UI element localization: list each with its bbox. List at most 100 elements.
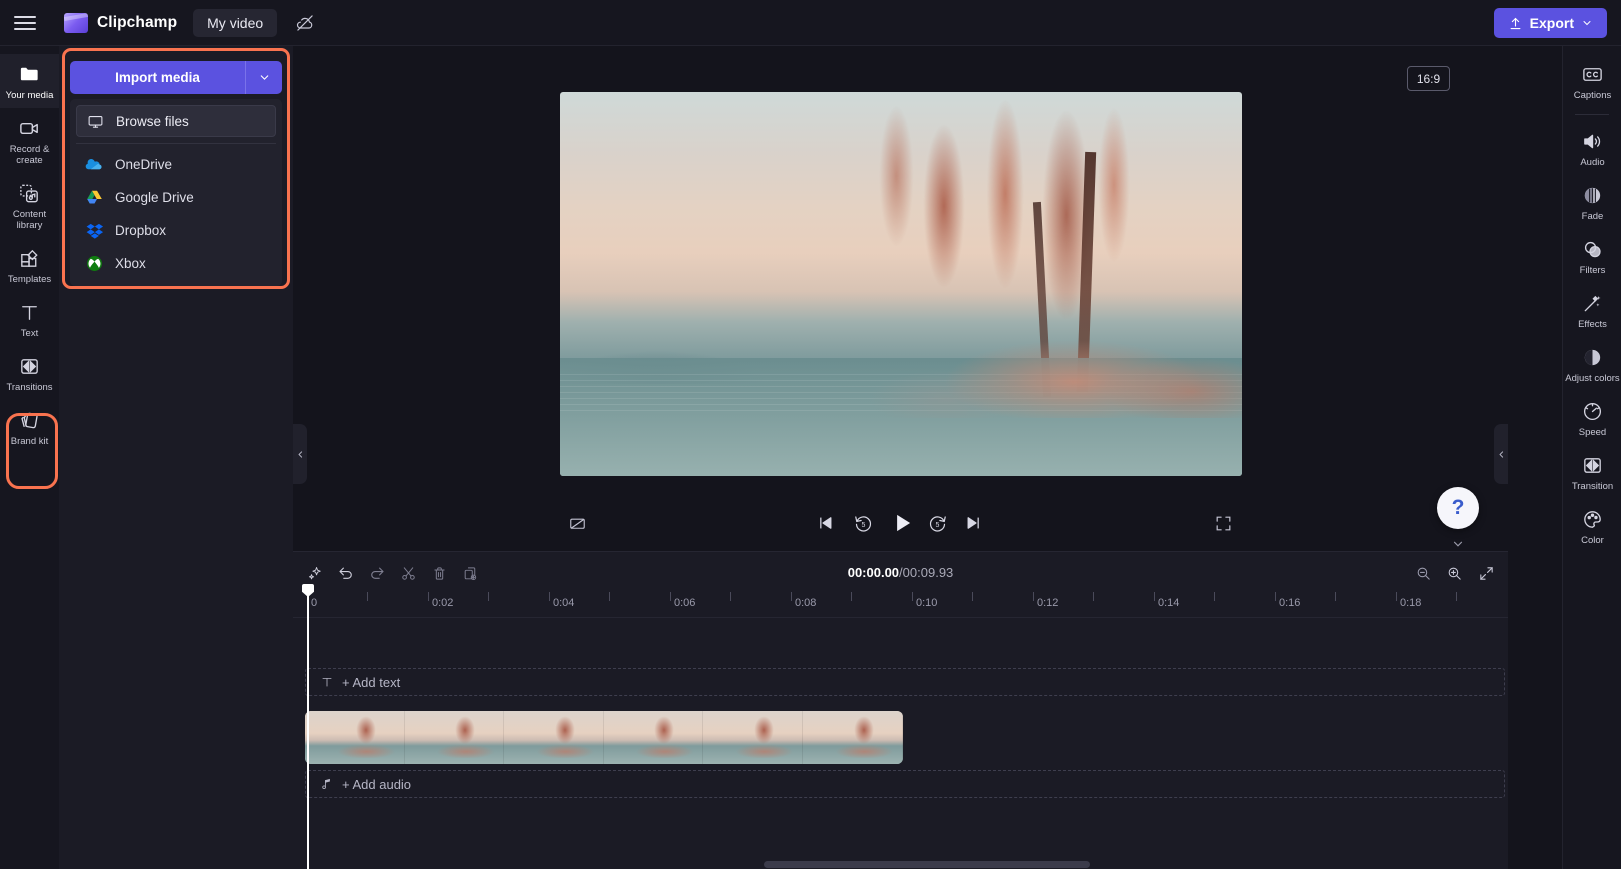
- timeline: 00:00.00 / 00:09.93 0 0:02 0:04 0:06 0:0…: [293, 551, 1508, 869]
- collapse-right-panel-button[interactable]: [1494, 424, 1508, 484]
- ruler-label: 0:12: [1037, 597, 1059, 609]
- sidebar-label: Brand kit: [10, 436, 49, 447]
- ruler-label: 0:18: [1400, 597, 1422, 609]
- fade-icon: [1581, 183, 1605, 207]
- right-item-label: Effects: [1578, 319, 1607, 330]
- sidebar-item-transitions[interactable]: Transitions: [0, 346, 59, 400]
- trash-icon[interactable]: [426, 560, 452, 586]
- undo-icon[interactable]: [333, 560, 359, 586]
- onedrive-icon: [85, 155, 104, 174]
- import-media-caret[interactable]: [245, 61, 282, 94]
- clip-thumbnail: [404, 711, 505, 764]
- sparkle-icon[interactable]: [302, 560, 328, 586]
- right-item-speed[interactable]: Speed: [1563, 391, 1621, 445]
- right-item-filters[interactable]: Filters: [1563, 229, 1621, 283]
- skip-start-icon[interactable]: [808, 506, 842, 540]
- right-sidebar: Captions Audio Fade Filters Effects Adju…: [1562, 46, 1621, 869]
- brand-name: Clipchamp: [97, 13, 178, 31]
- cloud-off-icon[interactable]: [291, 9, 319, 37]
- sidebar-item-text[interactable]: Text: [0, 292, 59, 346]
- right-item-audio[interactable]: Audio: [1563, 121, 1621, 175]
- browse-files-menu-item[interactable]: Browse files: [76, 105, 276, 137]
- music-note-icon: [322, 778, 330, 789]
- right-item-effects[interactable]: Effects: [1563, 283, 1621, 337]
- right-item-color[interactable]: Color: [1563, 499, 1621, 553]
- speaker-icon: [1581, 129, 1605, 153]
- ruler-label: 0:16: [1279, 597, 1301, 609]
- menu-item-label: Dropbox: [115, 223, 167, 238]
- zoom-out-icon[interactable]: [1410, 560, 1436, 586]
- timeline-horizontal-scrollbar[interactable]: [764, 861, 1090, 868]
- forward-5-icon[interactable]: 5: [920, 506, 954, 540]
- add-text-track[interactable]: + Add text: [305, 668, 1505, 696]
- menu-item-dropbox[interactable]: Dropbox: [76, 214, 276, 247]
- hamburger-menu-icon[interactable]: [0, 0, 50, 46]
- add-audio-track[interactable]: + Add audio: [305, 770, 1505, 798]
- right-item-transition[interactable]: Transition: [1563, 445, 1621, 499]
- preview-stage: 16:9 5 5: [293, 46, 1508, 551]
- ruler-label: 0:02: [432, 597, 454, 609]
- timeline-toolbar: 00:00.00 / 00:09.93: [293, 552, 1508, 592]
- sidebar-item-content-library[interactable]: Content library: [0, 173, 59, 238]
- current-time: 00:00.00: [847, 564, 900, 580]
- right-item-label: Color: [1581, 535, 1604, 546]
- no-audio-icon[interactable]: [560, 506, 594, 540]
- video-title-input[interactable]: My video: [193, 8, 278, 37]
- timeline-ruler[interactable]: 0 0:02 0:04 0:06 0:08 0:10 0:12 0:14 0:1: [293, 592, 1508, 618]
- preview-foliage: [822, 298, 1242, 418]
- sidebar-item-brand-kit[interactable]: Brand kit: [0, 400, 59, 454]
- menu-item-xbox[interactable]: Xbox: [76, 247, 276, 280]
- xbox-icon: [85, 254, 104, 273]
- sidebar-item-templates[interactable]: Templates: [0, 238, 59, 292]
- skip-end-icon[interactable]: [957, 506, 991, 540]
- browse-files-label: Browse files: [116, 113, 189, 129]
- menu-item-label: Google Drive: [115, 190, 194, 205]
- import-media-label: Import media: [70, 61, 245, 94]
- import-media-button[interactable]: Import media: [70, 61, 282, 94]
- collapse-left-panel-button[interactable]: [293, 424, 307, 484]
- transition-icon: [1581, 453, 1605, 477]
- sidebar-label: Record & create: [9, 144, 50, 166]
- help-button[interactable]: ?: [1437, 487, 1479, 529]
- left-sidebar: Your media Record & create Content libra…: [0, 46, 59, 869]
- clip-thumbnail: [802, 711, 903, 764]
- sidebar-item-your-media[interactable]: Your media: [0, 54, 59, 108]
- menu-item-onedrive[interactable]: OneDrive: [76, 148, 276, 181]
- sidebar-label: Content library: [12, 209, 47, 231]
- rewind-5-icon[interactable]: 5: [846, 506, 880, 540]
- text-icon: [18, 300, 42, 324]
- ruler-label: 0:08: [795, 597, 817, 609]
- help-collapse-button[interactable]: [1440, 534, 1476, 554]
- top-bar: Clipchamp My video Export: [0, 0, 1621, 46]
- templates-icon: [18, 246, 42, 270]
- add-text-label: + Add text: [342, 674, 401, 690]
- menu-item-google-drive[interactable]: Google Drive: [76, 181, 276, 214]
- right-item-captions[interactable]: Captions: [1563, 54, 1621, 108]
- clip-thumbnail: [305, 711, 405, 764]
- video-clip[interactable]: [305, 711, 903, 764]
- sidebar-item-record-create[interactable]: Record & create: [0, 108, 59, 173]
- duplicate-icon[interactable]: [457, 560, 483, 586]
- fit-to-screen-icon[interactable]: [1473, 560, 1499, 586]
- right-item-fade[interactable]: Fade: [1563, 175, 1621, 229]
- timeline-playhead[interactable]: [302, 584, 314, 869]
- chevron-down-icon: [260, 75, 268, 80]
- fullscreen-icon[interactable]: [1206, 506, 1240, 540]
- export-button[interactable]: Export: [1493, 8, 1607, 38]
- sidebar-label: Your media: [5, 90, 54, 101]
- timecode-separator: /: [899, 564, 903, 580]
- redo-icon[interactable]: [364, 560, 390, 586]
- right-item-label: Fade: [1581, 211, 1604, 222]
- content-library-icon: [18, 181, 42, 205]
- right-item-label: Transition: [1571, 481, 1614, 492]
- aspect-ratio-button[interactable]: 16:9: [1407, 66, 1450, 91]
- video-camera-icon: [18, 116, 42, 140]
- chevron-down-icon: [1453, 541, 1463, 547]
- ruler-label: 0:04: [553, 597, 575, 609]
- zoom-in-icon[interactable]: [1441, 560, 1467, 586]
- video-preview[interactable]: [560, 92, 1242, 476]
- scissors-icon[interactable]: [395, 560, 421, 586]
- right-item-adjust-colors[interactable]: Adjust colors: [1563, 337, 1621, 391]
- play-icon[interactable]: [883, 504, 921, 542]
- palette-icon: [1581, 507, 1605, 531]
